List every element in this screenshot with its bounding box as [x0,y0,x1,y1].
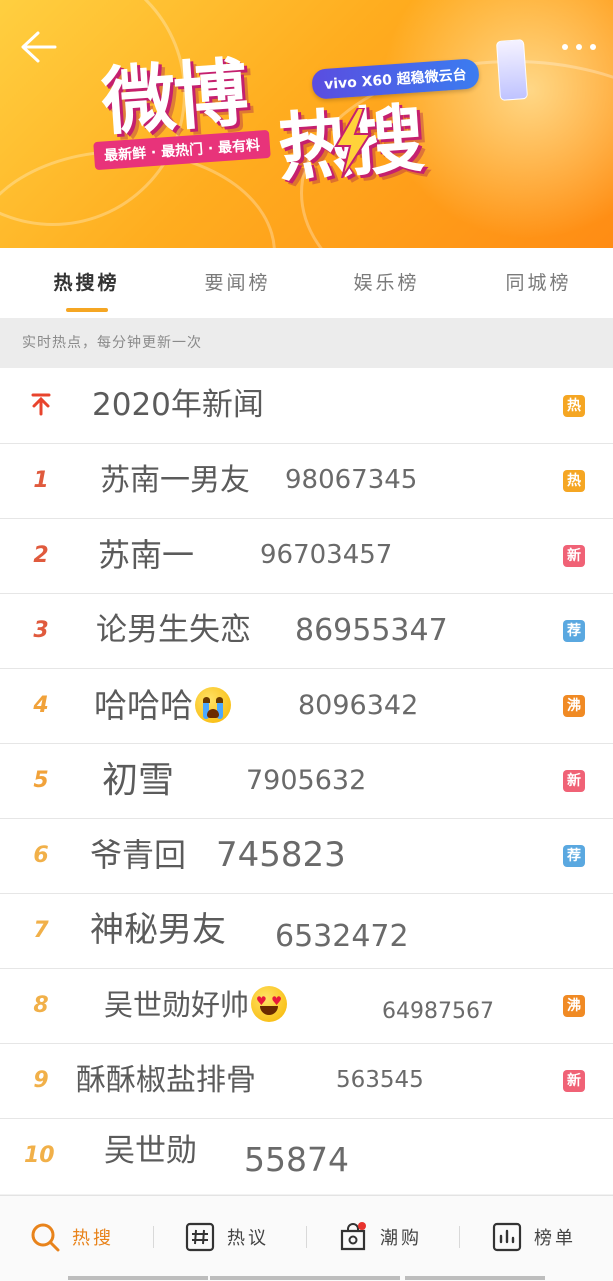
hot-badge: 热 [563,470,585,492]
recommend-badge: 荐 [563,620,585,642]
list-item[interactable]: 10 吴世勋 55874 [0,1118,613,1193]
list-item[interactable]: 3 论男生失恋 86955347 荐 [0,593,613,669]
rank-number: 3 [33,618,49,643]
nav-divider [153,1226,154,1248]
list-item-title: 神秘男友 [90,910,226,950]
nav-divider [459,1226,460,1248]
nav-label: 热议 [227,1228,269,1249]
list-item[interactable]: 4 哈哈哈 8096342 沸 [0,668,613,744]
bottom-navigation: 热搜 热议 潮购 榜单 [0,1195,613,1281]
nav-label: 热搜 [72,1228,114,1249]
list-item-title: 初雪 [102,760,175,801]
list-item[interactable]: 9 酥酥椒盐排骨 563545 新 [0,1043,613,1119]
tab-label: 要闻榜 [204,272,271,294]
list-item-title: 苏南一男友 [100,463,250,498]
rank-number: 8 [33,993,49,1018]
list-item[interactable]: 8 吴世勋好帅 ♥ ♥ 64987567 沸 [0,968,613,1044]
hot-badge: 热 [563,395,585,417]
nav-hot-search[interactable]: 热搜 [0,1196,153,1276]
update-notice: 实时热点，每分钟更新一次 [0,318,613,368]
heat-count: 8096342 [298,690,419,721]
list-item-title: 哈哈哈 [94,686,193,725]
tab-label: 同城榜 [505,272,572,294]
hot-search-banner: vivo X60 超稳微云台 微博 热搜 最新鲜 · 最热门 · 最有料 [0,0,613,248]
ranking-tabs: 热搜榜 要闻榜 娱乐榜 同城榜 [0,248,613,318]
nav-discussion[interactable]: 热议 [155,1196,308,1276]
bag-icon [340,1222,366,1251]
rank-number: 1 [33,468,49,493]
heat-count: 98067345 [285,465,418,495]
heat-count: 745823 [216,835,346,875]
rank-number: 2 [33,543,49,568]
heart-eyes-face-icon: ♥ ♥ [251,986,288,1022]
list-item-title: 酥酥椒盐排骨 [76,1063,256,1098]
sponsor-badge: vivo X60 超稳微云台 [311,58,480,100]
search-icon [31,1223,60,1252]
list-item-title: 爷青回 [90,836,187,874]
rank-number: 4 [33,693,49,718]
tab-label: 娱乐榜 [353,272,420,294]
lightning-bolt-icon [334,108,372,178]
list-item[interactable]: 1 苏南一男友 98067345 热 [0,443,613,519]
hot-search-list: 2020年新闻 热 1 苏南一男友 98067345 热 2 苏南一 96703… [0,368,613,1194]
list-item-title: 2020年新闻 [92,387,264,423]
nav-label: 榜单 [534,1228,576,1249]
chart-icon [492,1222,522,1252]
weibo-hot-search-logo: vivo X60 超稳微云台 微博 热搜 最新鲜 · 最热门 · 最有料 [88,39,529,198]
nav-divider [306,1226,307,1248]
more-dots-icon [562,44,596,50]
home-indicator [210,1276,400,1280]
heat-count: 7905632 [246,765,367,796]
list-item-pinned[interactable]: 2020年新闻 热 [0,368,613,444]
list-item[interactable]: 6 爷青回 745823 荐 [0,818,613,894]
rank-number: 10 [24,1143,55,1168]
home-indicator [68,1276,208,1280]
rank-number: 9 [33,1068,49,1093]
heat-count: 64987567 [382,999,494,1024]
back-arrow-icon [21,31,57,63]
more-button[interactable] [559,36,599,58]
new-badge: 新 [563,770,585,792]
active-tab-indicator [66,308,108,312]
list-item-title: 苏南一 [98,536,195,574]
pin-top-icon [31,393,51,416]
new-badge: 新 [563,545,585,567]
tab-headline-news[interactable]: 要闻榜 [161,248,314,318]
hashtag-icon [185,1222,215,1252]
rank-number: 7 [33,918,49,943]
list-item[interactable]: 2 苏南一 96703457 新 [0,518,613,594]
heat-count: 55874 [244,1140,349,1179]
tab-label: 热搜榜 [53,272,120,294]
boiling-badge: 沸 [563,995,585,1017]
tab-local[interactable]: 同城榜 [462,248,613,318]
heat-count: 563545 [336,1067,424,1093]
nav-label: 潮购 [380,1228,422,1249]
new-badge: 新 [563,1070,585,1092]
recommend-badge: 荐 [563,845,585,867]
back-button[interactable] [18,28,62,66]
rank-number: 6 [33,843,49,868]
home-indicator [405,1276,545,1280]
list-item[interactable]: 7 神秘男友 6532472 [0,893,613,969]
list-item-title: 论男生失恋 [96,612,251,648]
crying-face-icon [195,686,231,723]
rank-number: 5 [33,768,49,793]
heat-count: 6532472 [275,919,409,954]
nav-shopping[interactable]: 潮购 [308,1196,461,1276]
nav-rankings[interactable]: 榜单 [462,1196,613,1276]
heat-count: 86955347 [295,613,448,648]
tab-entertainment[interactable]: 娱乐榜 [310,248,463,318]
list-item-title: 吴世勋好帅 [104,988,250,1022]
heat-count: 96703457 [260,540,393,570]
boiling-badge: 沸 [563,695,585,717]
logo-title-line1: 微博 [99,50,249,146]
list-item-title: 吴世勋 [104,1133,197,1169]
phone-graphic [495,39,529,101]
list-item[interactable]: 5 初雪 7905632 新 [0,743,613,819]
